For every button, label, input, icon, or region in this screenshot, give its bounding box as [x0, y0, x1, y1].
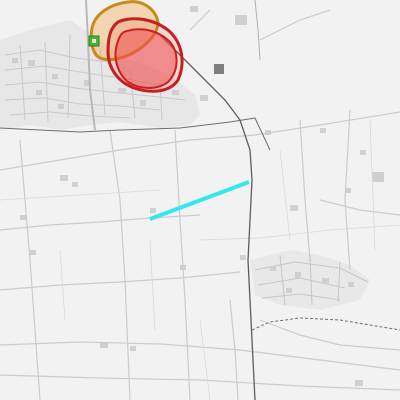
map-canvas[interactable] [0, 0, 400, 400]
map-view[interactable] [0, 0, 400, 400]
green-square-marker[interactable] [88, 35, 100, 47]
